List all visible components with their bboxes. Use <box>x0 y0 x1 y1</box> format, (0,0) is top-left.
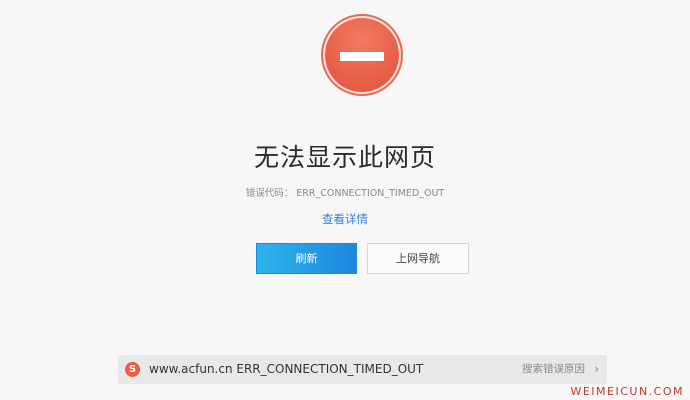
search-error-reason-link[interactable]: 搜索错误原因 <box>522 355 585 384</box>
error-code-text: 错误代码： ERR_CONNECTION_TIMED_OUT <box>245 188 445 199</box>
refresh-button[interactable]: 刷新 <box>256 243 357 274</box>
sogou-icon: S <box>125 362 140 377</box>
error-stop-icon <box>321 14 403 96</box>
web-navigation-button[interactable]: 上网导航 <box>367 243 469 274</box>
error-stop-icon-bar <box>340 52 384 61</box>
view-details-link[interactable]: 查看详情 <box>0 211 690 227</box>
chevron-right-icon[interactable]: › <box>594 355 599 383</box>
status-message: www.acfun.cn ERR_CONNECTION_TIMED_OUT <box>149 362 424 376</box>
page-title: 无法显示此网页 <box>253 143 436 172</box>
error-status-bar: S www.acfun.cn ERR_CONNECTION_TIMED_OUT … <box>118 355 607 384</box>
error-stop-icon-circle <box>325 18 399 92</box>
watermark: WEIMEICUN.COM <box>570 385 684 398</box>
